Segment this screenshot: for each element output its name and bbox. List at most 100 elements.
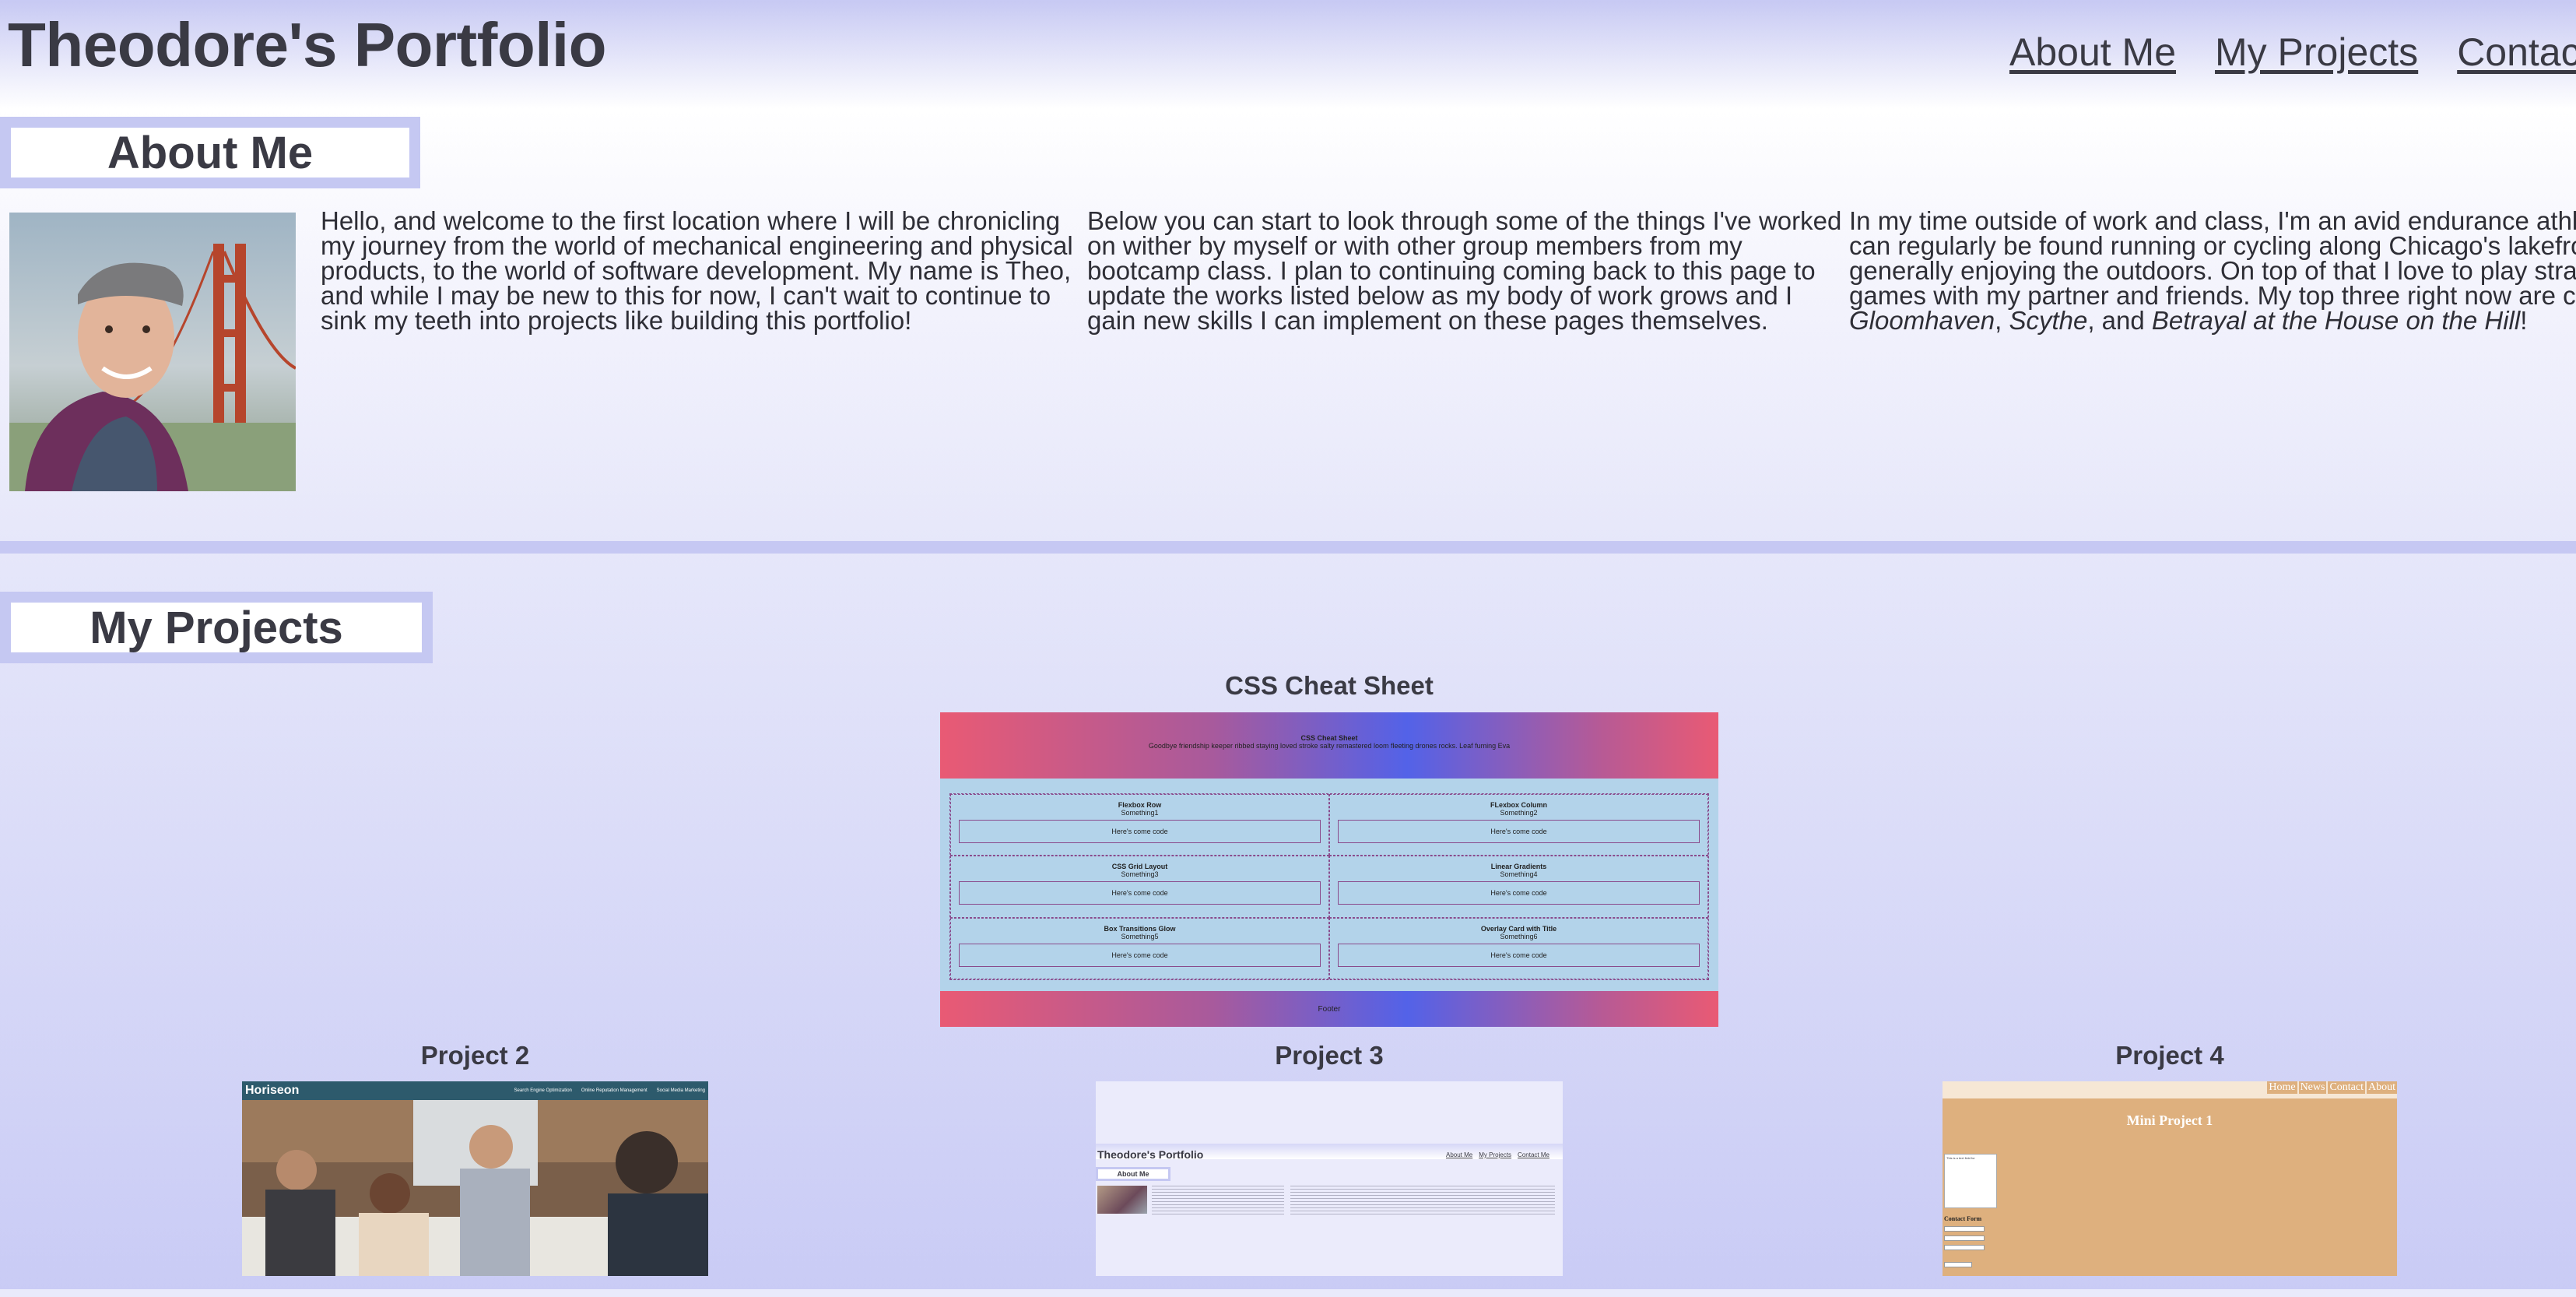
nav-link-contact[interactable]: Contact (2457, 30, 2576, 75)
thumb-avatar (1097, 1186, 1147, 1214)
project-thumbnail-2[interactable]: Horiseon Search Engine Optimization Onli… (242, 1081, 708, 1276)
project-thumbnail-css-cheat-sheet[interactable]: CSS Cheat Sheet Goodbye friendship keepe… (940, 712, 1718, 1027)
section-divider (0, 541, 2576, 554)
thumb-nav: Home News Contact About (2267, 1081, 2397, 1094)
project-title-css-cheat-sheet: CSS Cheat Sheet (1225, 671, 1434, 700)
thumb-nav-link: About (2367, 1081, 2397, 1094)
thumb-code-box: Here's come code (959, 943, 1321, 967)
project-title-4: Project 4 (2115, 1041, 2224, 1070)
team-photo (242, 1100, 708, 1276)
thumb-nav-link: Social Media Marketing (656, 1088, 705, 1093)
thumb-code-box: Here's come code (1338, 881, 1700, 905)
thumb-nav-link: Online Reputation Management (581, 1088, 648, 1093)
thumb-code-box: Here's come code (959, 820, 1321, 843)
thumb-footer: Footer (940, 991, 1718, 1027)
thumb-card: Flexbox Row Something1 Here's come code (950, 794, 1329, 856)
about-text-line: products, to the world of software devel… (321, 256, 1072, 285)
site-title: Theodore's Portfolio (8, 10, 607, 79)
about-text-line: Hello, and welcome to the first location… (321, 206, 1061, 235)
thumb-nav: About Me My Projects Contact Me (1446, 1151, 1549, 1158)
thumb-text-block (1152, 1186, 1284, 1217)
thumb-code-box: Here's come code (1338, 820, 1700, 843)
about-games-line: Gloomhaven, Scythe, and Betrayal at the … (1849, 308, 2576, 333)
project-title-3: Project 3 (1275, 1041, 1384, 1070)
about-column-work: Below you can start to look through some… (1087, 206, 1842, 335)
thumb-nav-link: About Me (1446, 1151, 1473, 1158)
thumb-navbar: Horiseon Search Engine Optimization Onli… (242, 1081, 708, 1100)
about-text-line: my journey from the world of mechanical … (321, 231, 1073, 260)
project-title-2: Project 2 (420, 1041, 530, 1070)
thumb-title: Theodore's Portfolio (1097, 1148, 1204, 1161)
thumb-nav-links: Search Engine Optimization Online Reputa… (514, 1088, 705, 1093)
thumb-about-heading: About Me (1096, 1167, 1170, 1181)
thumb-card-title: FLexbox Column (1490, 801, 1547, 809)
nav-link-my-projects[interactable]: My Projects (2215, 30, 2418, 75)
projects-heading: My Projects (0, 592, 433, 663)
thumb-form-input (1944, 1245, 1985, 1250)
thumb-card-sub: Something1 (1121, 809, 1159, 817)
thumb-card-title: Linear Gradients (1490, 863, 1547, 871)
about-column-hobbies: In my time outside of work and class, I'… (1849, 206, 2576, 333)
project-thumbnail-4[interactable]: Home News Contact About Mini Project 1 T… (1943, 1081, 2397, 1276)
about-text-line: Below you can start to look through some… (1087, 206, 1842, 235)
thumb-nav-link: My Projects (1479, 1151, 1512, 1158)
thumb-nav-link: Contact (2328, 1081, 2365, 1094)
thumb-header-subtitle: Goodbye friendship keeper ribbed staying… (1148, 742, 1511, 750)
thumb-header-title: CSS Cheat Sheet (1300, 734, 1358, 742)
thumb-form-button (1944, 1262, 1972, 1267)
game-title: Betrayal at the House on the Hill (2151, 306, 2521, 335)
nav-link-about-me[interactable]: About Me (2009, 30, 2176, 75)
about-text-line: sink my teeth into projects like buildin… (321, 306, 912, 335)
about-column-intro: Hello, and welcome to the first location… (321, 206, 1073, 335)
thumb-card: Overlay Card with Title Something6 Here's … (1329, 917, 1708, 979)
text-separator: , and (2087, 306, 2152, 335)
thumb-card: Linear Gradients Something4 Here's come co… (1329, 856, 1708, 918)
thumb-nav-link: News (2298, 1081, 2327, 1094)
thumb-card-sub: Something2 (1500, 809, 1538, 817)
thumb-form-input (1944, 1235, 1985, 1241)
thumb-grid: Flexbox Row Something1 Here's come code FL… (949, 793, 1709, 980)
thumb-card-sub: Something5 (1121, 932, 1159, 940)
about-text-line: bootcamp class. I plan to continuing com… (1087, 256, 1816, 285)
thumb-card: CSS Grid Layout Something3 Here's come cod… (950, 856, 1329, 918)
page-bottom-edge (0, 1289, 2576, 1297)
about-text-line: and while I may be new to this for now, … (321, 281, 1051, 310)
thumb-card-sub: Something3 (1121, 870, 1159, 879)
thumb-card-title: Box Transitions Glow (1104, 924, 1176, 933)
about-text-line: games with my partner and friends. My to… (1849, 281, 2576, 310)
thumb-card-sub: Something6 (1500, 932, 1538, 940)
thumb-header: CSS Cheat Sheet Goodbye friendship keepe… (940, 712, 1718, 779)
thumb-card-title: CSS Grid Layout (1111, 863, 1168, 871)
thumb-card-title: Overlay Card with Title (1480, 924, 1557, 933)
about-text-line: generally enjoying the outdoors. On top … (1849, 256, 2576, 285)
text-separator: , (1995, 306, 2009, 335)
thumb-text-block (1423, 1186, 1555, 1217)
thumb-heading: Mini Project 1 (2126, 1112, 2213, 1128)
thumb-card: Box Transitions Glow Something5 Here's com… (950, 917, 1329, 979)
thumb-nav-link: Contact Me (1518, 1151, 1549, 1158)
thumb-card: FLexbox Column Something2 Here's come code (1329, 794, 1708, 856)
thumb-form-label: Contact Form (1944, 1215, 1982, 1222)
thumb-card-sub: Something4 (1500, 870, 1538, 879)
about-text-line: can regularly be found running or cyclin… (1849, 231, 2576, 260)
thumb-card-title: Flexbox Row (1118, 801, 1162, 809)
about-text-line: on wither by myself or with other group … (1087, 231, 1742, 260)
thumb-code-box: Here's come code (959, 881, 1321, 905)
game-title: Gloomhaven (1849, 306, 1995, 335)
profile-photo (9, 213, 296, 491)
thumb-nav-link: Search Engine Optimization (514, 1088, 572, 1093)
thumb-text-block (1290, 1186, 1423, 1217)
thumb-logo: Horiseon (245, 1084, 300, 1097)
about-text-line: gain new skills I can implement on these… (1087, 306, 1768, 335)
thumb-code-box: Here's come code (1338, 943, 1700, 967)
project-thumbnail-3[interactable]: Theodore's Portfolio About Me My Project… (1096, 1081, 1563, 1276)
thumb-nav-link: Home (2267, 1081, 2297, 1094)
game-title: Scythe (2009, 306, 2088, 335)
thumb-form-input (1944, 1226, 1985, 1232)
about-text-line: update the works listed below as my body… (1087, 281, 1793, 310)
about-heading: About Me (0, 117, 420, 188)
text-separator: ! (2520, 306, 2528, 335)
main-nav: About Me My Projects Contact (2009, 30, 2576, 75)
about-text-line: In my time outside of work and class, I'… (1849, 206, 2576, 235)
thumb-text-field: This is a text field for (1944, 1154, 1997, 1208)
